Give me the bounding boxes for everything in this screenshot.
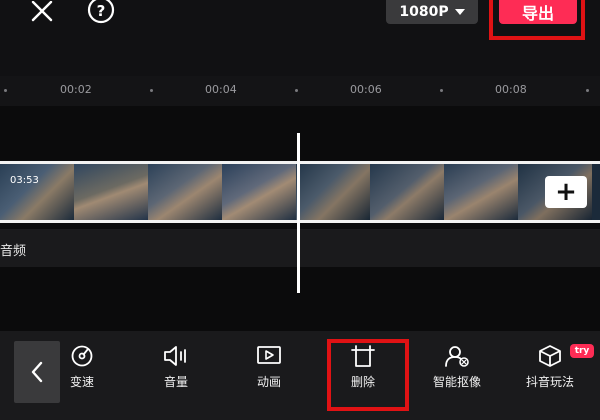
resolution-label: 1080P — [399, 4, 449, 20]
effects-cube-icon — [539, 345, 561, 367]
tool-volume[interactable]: 音量 — [141, 345, 211, 390]
ruler-tick: 00:08 — [495, 83, 527, 96]
video-thumbnail — [0, 164, 74, 220]
video-thumbnail — [222, 164, 296, 220]
cutout-icon — [445, 346, 469, 367]
tool-animation[interactable]: 动画 — [234, 345, 304, 390]
tool-speed-label: 变速 — [69, 375, 94, 389]
export-button[interactable]: 导出 — [499, 0, 577, 24]
video-thumbnail — [370, 164, 444, 220]
ruler-tick: 00:04 — [205, 83, 237, 96]
video-thumbnail — [148, 164, 222, 220]
resolution-dropdown[interactable]: 1080P — [386, 0, 478, 24]
add-clip-button[interactable]: + — [545, 176, 587, 208]
try-badge: try — [570, 344, 594, 358]
video-thumbnail — [444, 164, 518, 220]
chevron-down-icon — [454, 9, 465, 15]
tool-delete-label: 删除 — [350, 375, 375, 389]
close-icon[interactable] — [26, 0, 58, 24]
tool-animation-label: 动画 — [256, 375, 281, 389]
chevron-left-icon — [31, 361, 43, 383]
video-clip-track[interactable] — [0, 161, 600, 223]
svg-text:?: ? — [97, 2, 106, 20]
ruler-dot — [440, 89, 443, 92]
tool-speed[interactable]: 变速 — [47, 345, 117, 390]
tool-smart-cutout[interactable]: 智能抠像 — [422, 345, 492, 390]
clip-duration: 03:53 — [10, 175, 39, 186]
volume-icon — [164, 346, 186, 366]
audio-track-label: 音频 — [0, 244, 27, 259]
export-label: 导出 — [521, 4, 554, 23]
animation-icon — [257, 346, 281, 364]
ruler-dot — [150, 89, 153, 92]
ruler-dot — [4, 89, 7, 92]
delete-icon — [351, 345, 375, 367]
ruler-dot — [295, 89, 298, 92]
speed-icon — [71, 345, 93, 367]
video-thumbnail — [74, 164, 148, 220]
plus-icon: + — [555, 177, 577, 207]
video-thumbnail — [296, 164, 370, 220]
ruler-tick: 00:02 — [60, 83, 92, 96]
ruler-dot — [586, 89, 589, 92]
ruler-tick: 00:06 — [350, 83, 382, 96]
tool-volume-label: 音量 — [163, 375, 188, 389]
audio-track[interactable] — [0, 229, 600, 267]
tool-smart-cutout-label: 智能抠像 — [432, 375, 481, 389]
help-icon[interactable]: ? — [84, 0, 118, 24]
playhead[interactable] — [297, 133, 300, 293]
tool-delete[interactable]: 删除 — [328, 345, 398, 390]
tool-douyin-effects-label: 抖音玩法 — [525, 375, 574, 389]
